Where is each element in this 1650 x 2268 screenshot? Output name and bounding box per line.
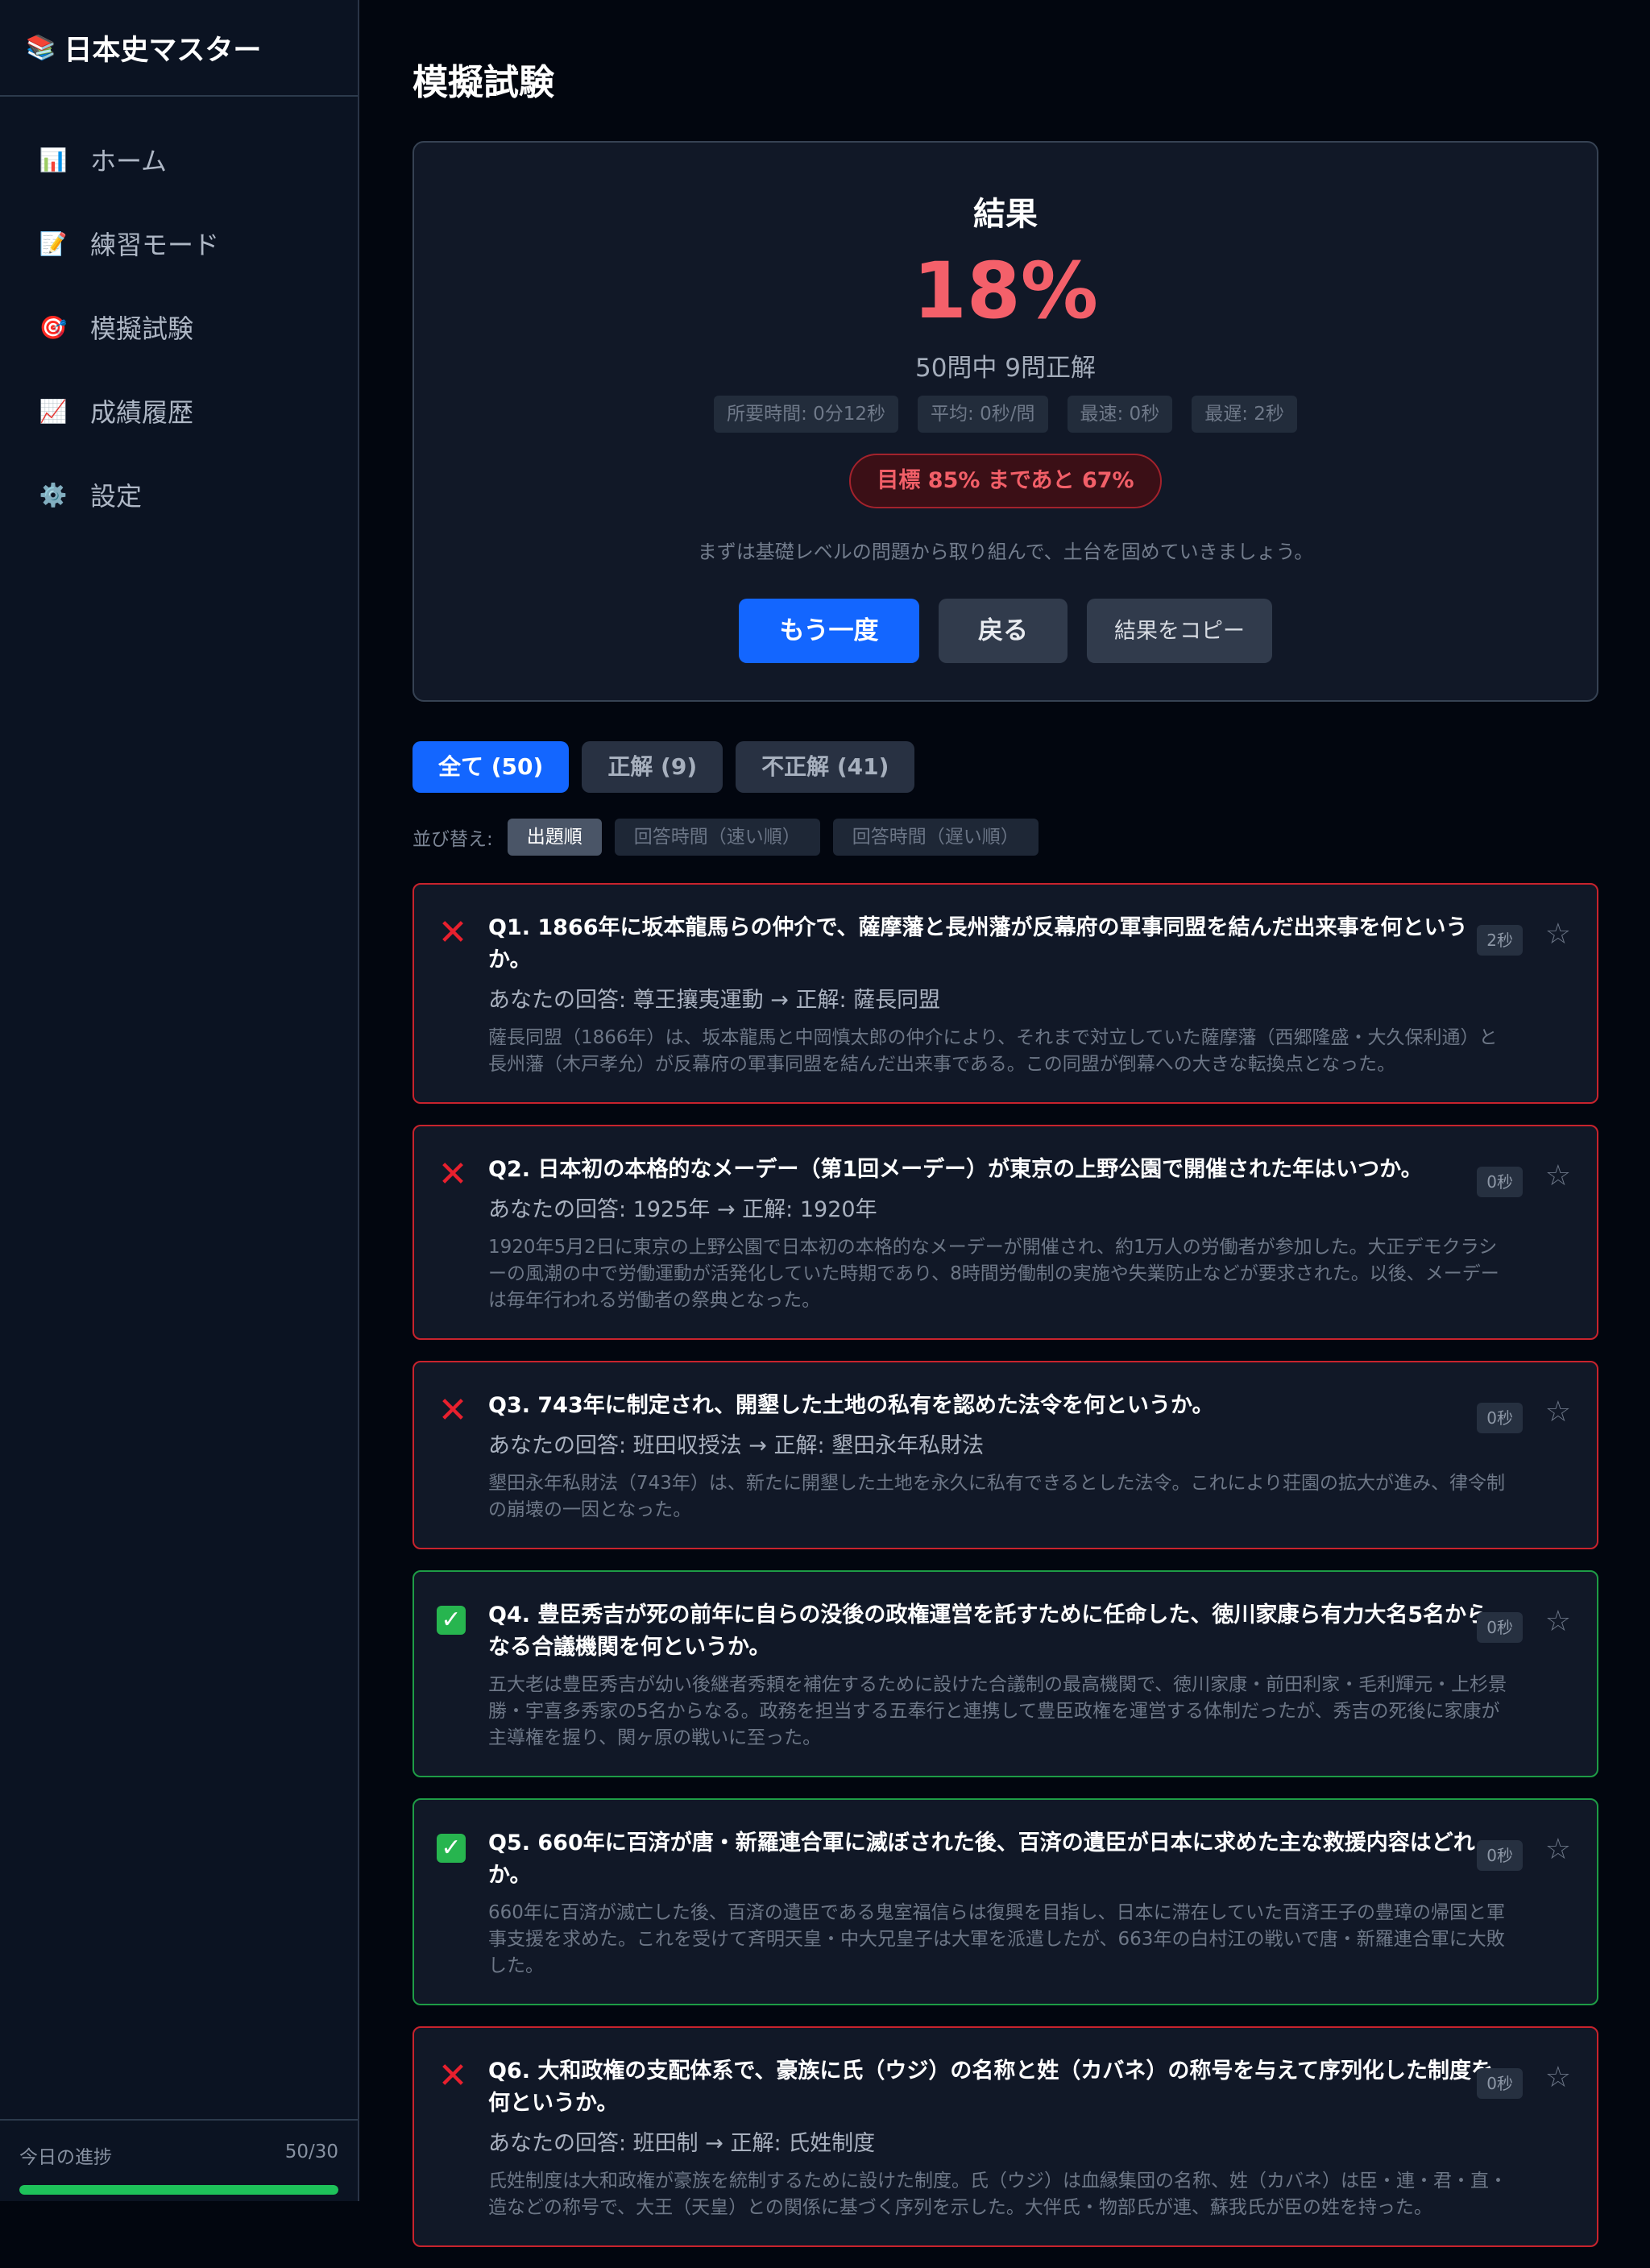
answer-text: あなたの回答: 班田制 → 正解: 氏姓制度 [488,2131,876,2156]
stat-chip: 平均: 0秒/問 [918,396,1048,433]
star-icon[interactable]: ☆ [1545,1398,1571,1427]
answer-text: あなたの回答: 1925年 → 正解: 1920年 [488,1197,877,1222]
trend-chart-icon: 📈 [39,397,68,425]
star-icon[interactable]: ☆ [1545,1835,1571,1864]
sidebar-item-label: 成績履歴 [90,397,194,428]
explanation-text: 墾田永年私財法（743年）は、新たに開墾した土地を永久に私有できるとした法令。こ… [488,1473,1505,1520]
page-title: 模擬試験 [412,62,554,103]
daily-progress: 今日の進捗 50/30 [0,2119,358,2201]
memo-icon: 📝 [39,230,68,257]
filter-tabs: 全て (50) 正解 (9) 不正解 (41) [412,741,915,793]
star-icon[interactable]: ☆ [1545,1162,1571,1191]
explanation-text: 氏姓制度は大和政権が豪族を統制するために設けた制度。氏（ウジ）は血縁集団の名称、… [488,2171,1507,2218]
time-badge: 0秒 [1477,1403,1523,1433]
question-card[interactable]: ✕ Q2. 日本初の本格的なメーデー（第1回メーデー）が東京の上野公園で開催された… [412,1125,1598,1340]
stat-chip: 所要時間: 0分12秒 [714,396,899,433]
progress-fill [19,2185,338,2195]
sidebar-item-4[interactable]: ⚙️ 設定 [0,453,358,537]
time-badge: 0秒 [1477,2068,1523,2099]
score-summary: 50問中 9問正解 [914,354,1097,383]
question-text: Q3. 743年に制定され、開墾した土地の私有を認めた法令を何というか。 [488,1393,1214,1418]
advice-text: まずは基礎レベルの問題から取り組んで、土台を固めていきましょう。 [697,541,1314,563]
filter-tab-1[interactable]: 正解 (9) [582,741,723,793]
sidebar-item-label: 練習モード [90,230,220,260]
cross-icon: ✕ [437,1390,468,1431]
books-icon: 📚 [26,33,56,62]
explanation-text: 660年に百済が滅亡した後、百済の遺臣である鬼室福信らは復興を目指し、日本に滞在… [488,1902,1505,1976]
result-actions: もう一度 戻る 結果をコピー [414,599,1597,663]
sidebar: 📚 日本史マスター 📊 ホーム 📝 練習モード 🎯 模擬試験 📈 成績履歴 ⚙️ 設定 今日の進捗… [0,0,359,2201]
time-badge: 0秒 [1477,1840,1523,1871]
sort-option-2[interactable]: 回答時間（遅い順） [832,819,1039,856]
question-text: Q2. 日本初の本格的なメーデー（第1回メーデー）が東京の上野公園で開催された年… [488,1157,1423,1182]
progress-value: 50/30 [284,2142,338,2162]
time-badge: 0秒 [1477,1612,1523,1643]
back-button[interactable]: 戻る [939,599,1068,663]
sidebar-item-3[interactable]: 📈 成績履歴 [0,369,358,453]
cross-icon: ✕ [437,912,468,953]
check-icon: ✓ [437,1834,466,1863]
question-text: Q4. 豊臣秀吉が死の前年に自らの没後の政権運営を託すために任命した、徳川家康ら… [488,1603,1489,1660]
sidebar-item-label: 模擬試験 [90,313,194,344]
stats-row: 所要時間: 0分12秒 平均: 0秒/問 最速: 0秒 最遅: 2秒 [414,396,1597,433]
star-icon[interactable]: ☆ [1545,920,1571,949]
stat-chip: 最速: 0秒 [1067,396,1173,433]
sort-option-0[interactable]: 出題順 [507,819,602,856]
main-content: 模擬試験 結果 18% 50問中 9問正解 所要時間: 0分12秒 平均: 0秒/… [412,0,1598,2247]
gear-icon: ⚙️ [39,481,68,508]
filter-tab-2[interactable]: 不正解 (41) [736,741,915,793]
question-text: Q5. 660年に百済が唐・新羅連合軍に滅ぼされた後、百済の遺臣が日本に求めた主… [488,1831,1475,1888]
time-badge: 0秒 [1477,1167,1523,1197]
question-card[interactable]: ✕ Q1. 1866年に坂本龍馬らの仲介で、薩摩藩と長州藩が反幕府の軍事同盟を結ん… [412,883,1598,1104]
check-icon: ✓ [437,1606,466,1635]
stat-chip: 最遅: 2秒 [1192,396,1297,433]
question-text: Q6. 大和政権の支配体系で、豪族に氏（ウジ）の名称と姓（カバネ）の称号を与えて… [488,2059,1493,2116]
retry-button[interactable]: もう一度 [739,599,919,663]
sidebar-nav: 📊 ホーム 📝 練習モード 🎯 模擬試験 📈 成績履歴 ⚙️ 設定 [0,97,358,537]
sidebar-item-1[interactable]: 📝 練習モード [0,201,358,285]
question-card[interactable]: ✕ Q6. 大和政権の支配体系で、豪族に氏（ウジ）の名称と姓（カバネ）の称号を与え… [412,2026,1598,2247]
bar-chart-icon: 📊 [39,146,68,173]
star-icon[interactable]: ☆ [1545,1607,1571,1636]
target-icon: 🎯 [39,313,68,341]
sidebar-item-label: 設定 [90,481,143,512]
question-list: ✕ Q1. 1866年に坂本龍馬らの仲介で、薩摩藩と長州藩が反幕府の軍事同盟を結ん… [412,883,1598,2268]
sort-option-1[interactable]: 回答時間（速い順） [614,819,820,856]
score-percentage: 18% [913,246,1098,336]
answer-text: あなたの回答: 尊王攘夷運動 → 正解: 薩長同盟 [488,988,941,1013]
filter-tab-0[interactable]: 全て (50) [412,741,570,793]
cross-icon: ✕ [437,1154,468,1195]
app-title: 日本史マスター [64,34,262,67]
question-text: Q1. 1866年に坂本龍馬らの仲介で、薩摩藩と長州藩が反幕府の軍事同盟を結んだ… [488,915,1468,972]
app-brand[interactable]: 📚 日本史マスター [0,0,358,97]
answer-text: あなたの回答: 班田収授法 → 正解: 墾田永年私財法 [488,1433,985,1458]
progress-bar [19,2185,338,2195]
sort-label: 並び替え: [412,829,493,850]
sort-row: 並び替え: 出題順 回答時間（速い順） 回答時間（遅い順） [412,819,1039,856]
cross-icon: ✕ [437,2055,468,2096]
star-icon[interactable]: ☆ [1545,2063,1571,2092]
question-card[interactable]: ✕ Q3. 743年に制定され、開墾した土地の私有を認めた法令を何というか。 あなた… [412,1361,1598,1549]
result-card: 結果 18% 50問中 9問正解 所要時間: 0分12秒 平均: 0秒/問 最速: … [412,141,1598,702]
explanation-text: 五大老は豊臣秀吉が幼い後継者秀頼を補佐するために設けた合議制の最高機関で、徳川家… [488,1674,1507,1748]
progress-label: 今日の進捗 [19,2147,112,2168]
time-badge: 2秒 [1477,925,1523,956]
explanation-text: 1920年5月2日に東京の上野公園で日本初の本格的なメーデーが開催され、約1万人… [488,1237,1499,1311]
explanation-text: 薩長同盟（1866年）は、坂本龍馬と中岡慎太郎の仲介により、それまで対立していた… [488,1027,1498,1075]
sidebar-item-label: ホーム [90,146,168,176]
question-card[interactable]: ✓ Q5. 660年に百済が唐・新羅連合軍に滅ぼされた後、百済の遺臣が日本に求めた… [412,1798,1598,2005]
result-heading: 結果 [973,196,1038,233]
question-card[interactable]: ✓ Q4. 豊臣秀吉が死の前年に自らの没後の政権運営を託すために任命した、徳川家康… [412,1570,1598,1777]
goal-badge: 目標 85% まであと 67% [849,454,1162,508]
sidebar-item-0[interactable]: 📊 ホーム [0,118,358,201]
sidebar-item-2[interactable]: 🎯 模擬試験 [0,285,358,369]
copy-result-button[interactable]: 結果をコピー [1087,599,1272,663]
